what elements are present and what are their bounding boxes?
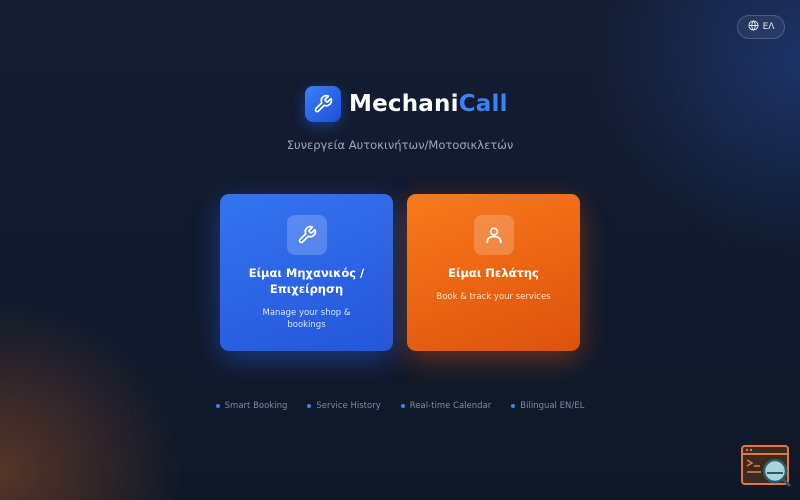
client-role-card[interactable]: Είμαι Πελάτης Book & track your services xyxy=(407,194,580,351)
page-background xyxy=(0,0,800,500)
app-name-part2: Call xyxy=(458,91,508,117)
feature-item: Real-time Calendar xyxy=(400,401,492,411)
language-label: ΕΛ xyxy=(762,22,775,32)
mechanic-card-title: Είμαι Μηχανικός / Επιχείρηση xyxy=(248,266,365,296)
feature-item: Smart Booking xyxy=(215,401,288,411)
wrench-icon xyxy=(286,215,327,255)
globe-icon xyxy=(748,20,759,34)
page-subtitle: Συνεργεία Αυτοκινήτων/Μοτοσικλετών xyxy=(286,138,514,152)
feature-label: Real-time Calendar xyxy=(409,401,492,411)
bullet-icon xyxy=(215,404,220,408)
feature-item: Service History xyxy=(307,401,381,411)
feature-label: Bilingual EN/EL xyxy=(520,401,585,411)
brand-header: MechaniCall xyxy=(305,86,508,122)
feature-label: Smart Booking xyxy=(224,401,288,411)
feature-list: Smart Booking Service History Real-time … xyxy=(0,401,800,411)
feature-label: Service History xyxy=(316,401,381,411)
client-card-title: Είμαι Πελάτης xyxy=(448,266,539,280)
wrench-icon xyxy=(305,86,341,122)
mechanic-card-description: Manage your shop & bookings xyxy=(262,308,351,330)
bullet-icon xyxy=(400,404,405,408)
app-name-part1: Mechani xyxy=(349,91,459,117)
feature-item: Bilingual EN/EL xyxy=(511,401,584,411)
client-card-description: Book & track your services xyxy=(436,292,551,302)
bullet-icon xyxy=(307,404,312,408)
user-icon xyxy=(473,215,514,255)
mechanic-role-card[interactable]: Είμαι Μηχανικός / Επιχείρηση Manage your… xyxy=(220,194,393,351)
app-name: MechaniCall xyxy=(349,91,508,117)
bullet-icon xyxy=(511,404,516,408)
language-toggle-button[interactable]: ΕΛ xyxy=(737,15,785,39)
console-search-icon[interactable] xyxy=(741,445,791,487)
